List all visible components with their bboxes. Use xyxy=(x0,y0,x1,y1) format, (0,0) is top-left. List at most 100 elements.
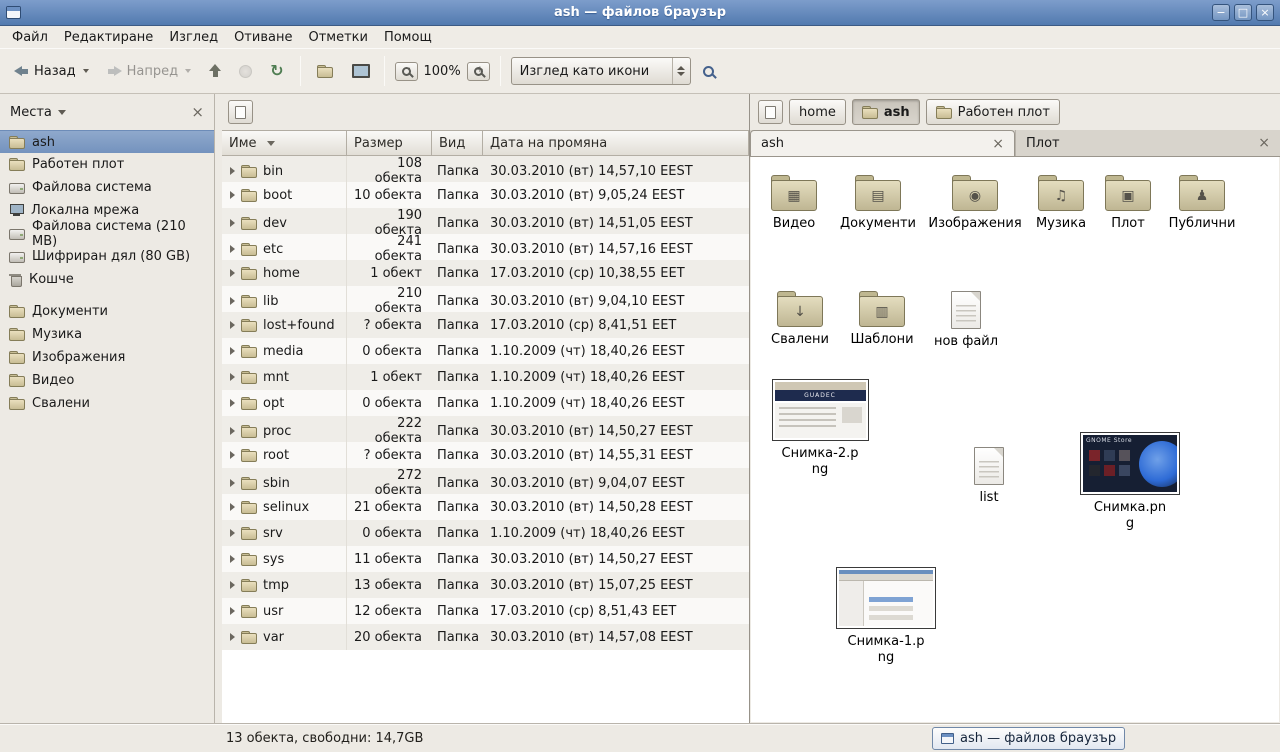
sidebar-close-icon[interactable]: × xyxy=(191,106,204,119)
tab-close-icon[interactable]: × xyxy=(1258,135,1270,151)
maximize-button[interactable]: □ xyxy=(1234,4,1252,21)
table-row[interactable]: lost+found ? обекта Папка 17.03.2010 (ср… xyxy=(222,312,749,338)
icon-grid-item[interactable]: GUADEC GNOME Store list xyxy=(959,447,1019,506)
expander-icon[interactable] xyxy=(230,427,235,435)
menu-item[interactable]: Отметки xyxy=(300,28,375,47)
close-button[interactable]: × xyxy=(1256,4,1274,21)
expander-icon[interactable] xyxy=(230,607,235,615)
back-button[interactable]: Назад xyxy=(8,58,95,85)
table-row[interactable]: sys 11 обекта Папка 30.03.2010 (вт) 14,5… xyxy=(222,546,749,572)
table-row[interactable]: sbin 272 обекта Папка 30.03.2010 (вт) 9,… xyxy=(222,468,749,494)
expander-icon[interactable] xyxy=(230,633,235,641)
icon-grid-item[interactable]: GUADEC GNOME Store Снимка-1.png xyxy=(831,567,941,666)
table-row[interactable]: etc 241 обекта Папка 30.03.2010 (вт) 14,… xyxy=(222,234,749,260)
minimize-button[interactable]: − xyxy=(1212,4,1230,21)
expander-icon[interactable] xyxy=(230,555,235,563)
expander-icon[interactable] xyxy=(230,399,235,407)
table-row[interactable]: proc 222 обекта Папка 30.03.2010 (вт) 14… xyxy=(222,416,749,442)
sidebar-item[interactable]: Изображения xyxy=(0,346,214,369)
sidebar-item[interactable]: Шифриран дял (80 GB) xyxy=(0,245,214,268)
icon-grid-item[interactable]: ▦ GUADEC GNOME Store xyxy=(761,175,827,232)
home-button[interactable] xyxy=(311,59,339,84)
sidebar-item[interactable]: Музика xyxy=(0,323,214,346)
expander-icon[interactable] xyxy=(230,191,235,199)
column-header[interactable]: Размер xyxy=(347,131,432,156)
expander-icon[interactable] xyxy=(230,219,235,227)
sidebar-dropdown-icon[interactable] xyxy=(58,110,66,115)
expander-icon[interactable] xyxy=(230,297,235,305)
icon-grid-item[interactable]: ▣ GUADEC GNOME Store xyxy=(1099,175,1157,232)
icon-grid-item[interactable]: GUADEC GNOME Store Снимка-2.png xyxy=(767,379,873,478)
table-row[interactable]: usr 12 обекта Папка 17.03.2010 (ср) 8,51… xyxy=(222,598,749,624)
table-row[interactable]: selinux 21 обекта Папка 30.03.2010 (вт) … xyxy=(222,494,749,520)
column-header[interactable]: Дата на промяна xyxy=(483,131,749,156)
up-button[interactable] xyxy=(203,58,227,84)
zoom-out-button[interactable] xyxy=(395,62,418,81)
table-row[interactable]: mnt 1 обект Папка 1.10.2009 (чт) 18,40,2… xyxy=(222,364,749,390)
stop-button[interactable] xyxy=(233,59,258,84)
sidebar-item[interactable]: Работен плот xyxy=(0,153,214,176)
expander-icon[interactable] xyxy=(230,167,235,175)
sidebar-item[interactable]: Файлова система xyxy=(0,176,214,199)
path-button[interactable]: ash xyxy=(852,99,920,125)
sidebar-title[interactable]: Места xyxy=(10,105,52,120)
expander-icon[interactable] xyxy=(230,347,235,355)
expander-icon[interactable] xyxy=(230,373,235,381)
menu-item[interactable]: Изглед xyxy=(161,28,226,47)
expander-icon[interactable] xyxy=(230,269,235,277)
table-row[interactable]: opt 0 обекта Папка 1.10.2009 (чт) 18,40,… xyxy=(222,390,749,416)
sidebar-item[interactable]: Документи xyxy=(0,300,214,323)
expander-icon[interactable] xyxy=(230,245,235,253)
icon-grid-item[interactable]: ↓ GUADEC GNOME Store xyxy=(765,291,835,348)
table-row[interactable]: home 1 обект Папка 17.03.2010 (ср) 10,38… xyxy=(222,260,749,286)
table-row[interactable]: media 0 обекта Папка 1.10.2009 (чт) 18,4… xyxy=(222,338,749,364)
path-button[interactable]: home xyxy=(789,99,846,125)
menu-item[interactable]: Отиване xyxy=(226,28,300,47)
icon-grid-item[interactable]: ▥ GUADEC GNOME Store xyxy=(847,291,917,348)
icon-grid-item[interactable]: ♟ GUADEC GNOME Store xyxy=(1165,175,1239,232)
icon-grid-item[interactable]: GUADEC GNOME Store Снимка.png xyxy=(1075,432,1185,532)
expander-icon[interactable] xyxy=(230,581,235,589)
reload-button[interactable]: ↻ xyxy=(264,58,289,84)
table-row[interactable]: lib 210 обекта Папка 30.03.2010 (вт) 9,0… xyxy=(222,286,749,312)
table-row[interactable]: boot 10 обекта Папка 30.03.2010 (вт) 9,0… xyxy=(222,182,749,208)
icon-grid-item[interactable]: ♫ GUADEC GNOME Store xyxy=(1027,175,1095,232)
table-row[interactable]: bin 108 обекта Папка 30.03.2010 (вт) 14,… xyxy=(222,156,749,182)
pane-tab[interactable]: ash × xyxy=(750,130,1015,156)
search-button[interactable] xyxy=(697,60,720,83)
sidebar-item[interactable]: ash xyxy=(0,130,214,153)
sidebar-item[interactable]: Кошче xyxy=(0,268,214,291)
computer-button[interactable] xyxy=(345,58,374,84)
location-toggle-button[interactable] xyxy=(758,100,783,124)
menu-item[interactable]: Редактиране xyxy=(56,28,161,47)
column-header[interactable]: Вид xyxy=(432,131,483,156)
expander-icon[interactable] xyxy=(230,503,235,511)
expander-icon[interactable] xyxy=(230,479,235,487)
table-row[interactable]: dev 190 обекта Папка 30.03.2010 (вт) 14,… xyxy=(222,208,749,234)
zoom-in-button[interactable] xyxy=(467,62,490,81)
combo-arrows-icon[interactable] xyxy=(672,58,690,84)
table-row[interactable]: srv 0 обекта Папка 1.10.2009 (чт) 18,40,… xyxy=(222,520,749,546)
forward-button[interactable]: Напред xyxy=(101,58,197,85)
taskbar-window-button[interactable]: ash — файлов браузър xyxy=(932,727,1125,750)
menu-item[interactable]: Файл xyxy=(4,28,56,47)
location-toggle-button[interactable] xyxy=(228,100,253,124)
icon-grid-item[interactable]: GUADEC GNOME Store нов файл xyxy=(931,291,1001,350)
menu-item[interactable]: Помощ xyxy=(376,28,440,47)
view-mode-select[interactable]: Изглед като икони xyxy=(511,57,691,85)
sidebar-item[interactable]: Файлова система (210 MB) xyxy=(0,222,214,245)
table-row[interactable]: tmp 13 обекта Папка 30.03.2010 (вт) 15,0… xyxy=(222,572,749,598)
expander-icon[interactable] xyxy=(230,451,235,459)
table-row[interactable]: var 20 обекта Папка 30.03.2010 (вт) 14,5… xyxy=(222,624,749,650)
column-header[interactable]: Име xyxy=(222,131,347,156)
expander-icon[interactable] xyxy=(230,321,235,329)
path-button[interactable]: Работен плот xyxy=(926,99,1060,125)
sidebar-item[interactable]: Свалени xyxy=(0,392,214,415)
expander-icon[interactable] xyxy=(230,529,235,537)
icon-grid-item[interactable]: ▤ GUADEC GNOME Store xyxy=(835,175,921,232)
back-dropdown-icon[interactable] xyxy=(83,69,89,73)
table-row[interactable]: root ? обекта Папка 30.03.2010 (вт) 14,5… xyxy=(222,442,749,468)
sidebar-item[interactable]: Видео xyxy=(0,369,214,392)
icon-grid-item[interactable]: ◉ GUADEC GNOME Store xyxy=(935,175,1015,232)
tab-close-icon[interactable]: × xyxy=(992,136,1004,152)
